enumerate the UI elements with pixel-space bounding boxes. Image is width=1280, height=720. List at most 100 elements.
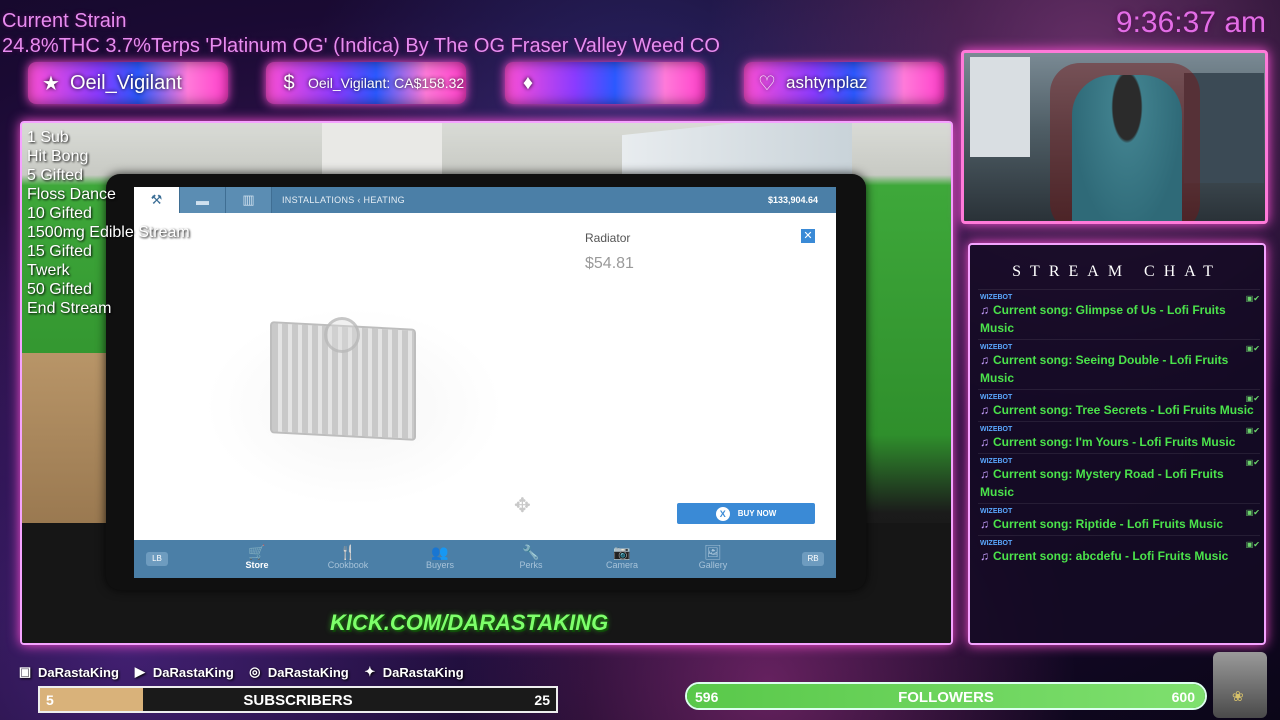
follower-label: FOLLOWERS [898, 689, 994, 706]
clock: 9:36:37 am [1115, 6, 1266, 39]
item-price: $54.81 [585, 255, 634, 272]
music-note-icon: ♫ [980, 353, 989, 367]
social-handle: DaRastaKing [38, 664, 119, 680]
camera-icon: 📷 [613, 544, 631, 560]
badge-icons: ▣✔ [1245, 540, 1260, 549]
chat-message: WIZEBOT ▣✔ ♫ Current song: I'm Yours - Lo… [978, 421, 1260, 453]
webcam-feed [961, 50, 1268, 224]
social-handle: DaRastaKing [382, 664, 464, 680]
star-icon: ★ [42, 72, 60, 95]
list-item: 50 Gifted [27, 281, 92, 298]
twitter-icon: ✦ [364, 664, 376, 679]
buy-now-button[interactable]: X BUY NOW [677, 503, 815, 524]
list-item: Hit Bong [27, 148, 89, 165]
balance: $133,904.64 [767, 195, 818, 205]
list-item: 1 Sub [27, 129, 69, 146]
wrench-icon: 🔧 [522, 544, 540, 560]
latest-subscriber-banner: ♡ ashtynplaz [744, 62, 944, 104]
breadcrumb: INSTALLATIONS ‹ HEATING [282, 195, 405, 205]
people-icon: 👥 [431, 544, 449, 560]
chat-message: WIZEBOT ▣✔ ♫ Current song: Seeing Double … [978, 339, 1260, 389]
nav-buyers[interactable]: 👥 Buyers [410, 544, 470, 570]
chat-message: WIZEBOT ▣✔ ♫ Current song: Mystery Road -… [978, 453, 1260, 503]
lb-bumper[interactable]: LB [146, 552, 168, 566]
tab-fences[interactable]: ▥ [226, 187, 272, 213]
tablet-topbar: ⚒ ▬ ▥ INSTALLATIONS ‹ HEATING $133,904.6… [134, 187, 836, 213]
banner-text: Oeil_Vigilant: CA$158.32 [308, 75, 465, 91]
nav-gallery[interactable]: 🖼 Gallery [683, 544, 743, 570]
list-item: 10 Gifted [27, 205, 92, 222]
music-note-icon: ♫ [980, 303, 989, 317]
follower-target: 600 [1171, 689, 1195, 705]
gamepad-cursor [324, 317, 360, 353]
tablet-screen: ⚒ ▬ ▥ INSTALLATIONS ‹ HEATING $133,904.6… [134, 187, 836, 578]
subscriber-goal-bar: 5 SUBSCRIBERS 25 [38, 686, 558, 713]
list-item: 1500mg Edible Stream [27, 224, 190, 241]
nav-camera[interactable]: 📷 Camera [592, 544, 652, 570]
breadcrumb-heating: HEATING [363, 195, 405, 205]
social-instagram: ◎ DaRastaKing [246, 664, 349, 680]
nav-store[interactable]: 🛒 Store [227, 544, 287, 570]
music-note-icon: ♫ [980, 549, 989, 563]
stream-chat: STREAM CHAT WIZEBOT ▣✔ ♫ Current song: Gl… [968, 243, 1266, 645]
youtube-icon: ▶ [134, 664, 145, 679]
list-item: Floss Dance [27, 186, 116, 203]
breadcrumb-installations[interactable]: INSTALLATIONS [282, 195, 355, 205]
nav-cookbook[interactable]: 🍴 Cookbook [318, 544, 378, 570]
music-note-icon: ♫ [980, 467, 989, 481]
chat-author: WIZEBOT [980, 540, 1013, 547]
badge-icons: ▣✔ [1245, 458, 1260, 467]
heart-icon: ♡ [758, 72, 776, 95]
chat-message: WIZEBOT ▣✔ ♫ Current song: Tree Secrets -… [978, 389, 1260, 421]
music-note-icon: ♫ [980, 403, 989, 417]
buy-now-label: BUY NOW [737, 509, 777, 518]
stash-jar [1213, 652, 1267, 718]
chat-text: Current song: Riptide - Lofi Fruits Musi… [993, 517, 1223, 531]
banner-text: ashtynplaz [786, 73, 868, 92]
chat-text: Current song: Tree Secrets - Lofi Fruits… [993, 403, 1254, 417]
rb-bumper[interactable]: RB [802, 552, 824, 566]
chat-text: Current song: I'm Yours - Lofi Fruits Mu… [993, 435, 1236, 449]
diamond-icon: ♦ [522, 71, 534, 94]
subscriber-target: 25 [534, 692, 550, 708]
social-handle: DaRastaKing [152, 664, 234, 680]
chat-title: STREAM CHAT [1012, 263, 1222, 280]
utensils-icon: 🍴 [339, 544, 357, 560]
chat-text: Current song: abcdefu - Lofi Fruits Musi… [993, 549, 1229, 563]
nav-label: Store [245, 560, 269, 570]
fence-icon: ▥ [242, 192, 255, 207]
nav-label: Gallery [698, 560, 728, 570]
chat-author: WIZEBOT [980, 294, 1013, 301]
item-name: Radiator [585, 231, 631, 245]
strain-title: Current Strain [2, 10, 127, 32]
nav-perks[interactable]: 🔧 Perks [501, 544, 561, 570]
close-button[interactable]: ✕ [801, 229, 815, 243]
list-item: 5 Gifted [27, 167, 84, 184]
nav-label: Cookbook [327, 560, 369, 570]
webcam-streamer [1072, 75, 1182, 221]
social-youtube: ▶ DaRastaKing [131, 664, 234, 680]
latest-donation-banner: $ Oeil_Vigilant: CA$158.32 [266, 62, 466, 104]
chat-message-list: WIZEBOT ▣✔ ♫ Current song: Glimpse of Us … [978, 289, 1260, 567]
image-icon: 🖼 [704, 544, 722, 560]
badge-icons: ▣✔ [1245, 344, 1260, 353]
chat-text: Current song: Mystery Road - Lofi Fruits… [980, 467, 1224, 499]
badge-icons: ▣✔ [1245, 508, 1260, 517]
chat-author: WIZEBOT [980, 426, 1013, 433]
webcam-window [970, 57, 1030, 157]
latest-cheer-banner: ♦ [505, 62, 705, 104]
banner-text: Oeil_Vigilant [70, 71, 182, 94]
chat-message: WIZEBOT ▣✔ ♫ Current song: Riptide - Lofi… [978, 503, 1260, 535]
nav-label: Buyers [425, 560, 454, 570]
chat-author: WIZEBOT [980, 344, 1013, 351]
social-links: ▣ DaRastaKing ▶ DaRastaKing ◎ DaRastaKin… [16, 664, 464, 680]
list-item: 15 Gifted [27, 243, 92, 260]
social-handle: DaRastaKing [267, 664, 349, 680]
music-note-icon: ♫ [980, 435, 989, 449]
instagram-icon: ◎ [249, 664, 261, 679]
rotate-icon[interactable]: ✥ [514, 493, 531, 518]
kick-url: KICK.COM/DARASTAKING [330, 610, 609, 635]
list-item: Twerk [27, 262, 70, 279]
redeem-commands-list: 1 Sub Hit Bong 5 Gifted Floss Dance 10 G… [27, 128, 190, 318]
bud-icon: ❀ [1232, 688, 1244, 704]
